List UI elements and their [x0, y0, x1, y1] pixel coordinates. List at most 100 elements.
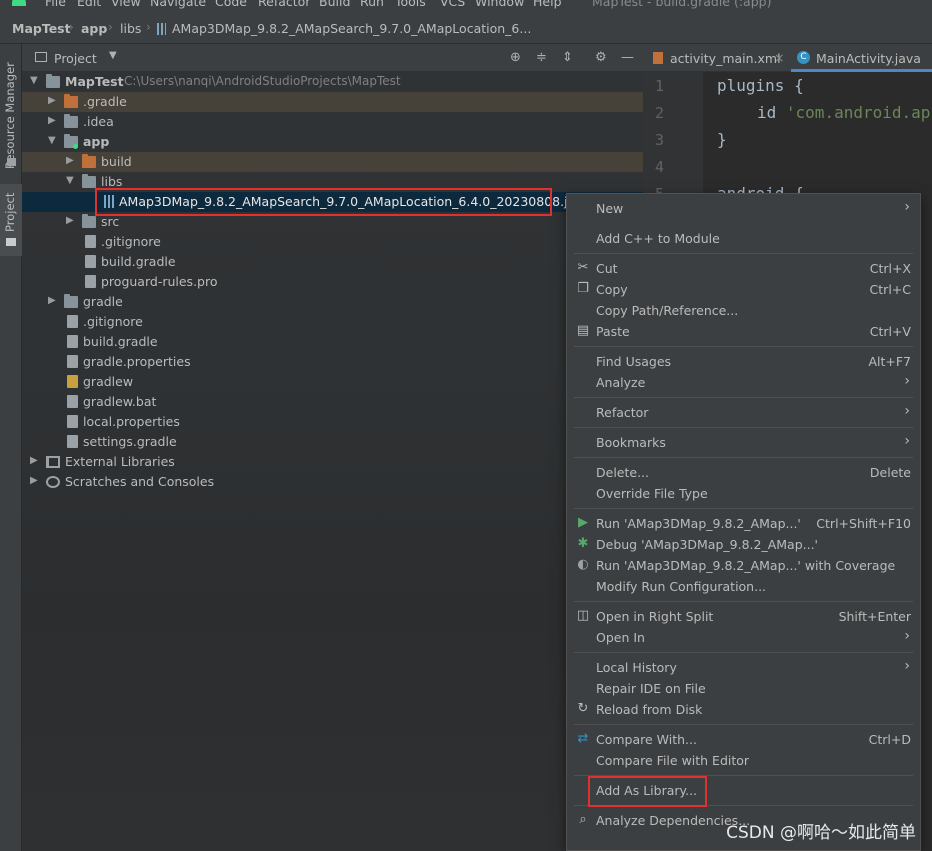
close-icon[interactable]: ×: [774, 50, 784, 65]
menu-vcs[interactable]: VCS: [440, 0, 465, 9]
menu-item-modify-run-config[interactable]: Modify Run Configuration...: [567, 576, 920, 597]
library-icon: [46, 456, 60, 468]
menu-help[interactable]: Help: [533, 0, 562, 9]
tree-item-root-build-gradle[interactable]: build.gradle: [22, 332, 643, 352]
tree-item-label: proguard-rules.pro: [101, 274, 218, 289]
menu-file[interactable]: File: [45, 0, 66, 9]
chevron-right-icon[interactable]: ▶: [30, 475, 38, 486]
menu-item-label: Run 'AMap3DMap_9.8.2_AMap...': [596, 516, 801, 531]
chevron-right-icon[interactable]: ▶: [48, 295, 56, 306]
breadcrumb-file[interactable]: AMap3DMap_9.8.2_AMapSearch_9.7.0_AMapLoc…: [172, 21, 531, 36]
project-view-selector[interactable]: Project: [54, 51, 97, 66]
tree-item-settings-gradle[interactable]: settings.gradle: [22, 432, 643, 452]
menu-run[interactable]: Run: [360, 0, 384, 9]
chevron-down-icon[interactable]: ▼: [48, 135, 56, 146]
menu-item-label: Open In: [596, 630, 645, 645]
tree-item-gradlew[interactable]: gradlew: [22, 372, 643, 392]
menu-item-analyze[interactable]: Analyze ›: [567, 372, 920, 393]
menu-item-debug[interactable]: ✱ Debug 'AMap3DMap_9.8.2_AMap...': [567, 534, 920, 555]
chevron-right-icon[interactable]: ▶: [30, 455, 38, 466]
locate-icon[interactable]: ⊕: [510, 50, 521, 65]
menu-item-label: Copy: [596, 282, 628, 297]
menu-item-paste[interactable]: ▤ Paste Ctrl+V: [567, 321, 920, 342]
chevron-right-icon[interactable]: ▶: [48, 95, 56, 106]
tree-item-label: .gradle: [83, 94, 127, 109]
chevron-right-icon: ›: [904, 628, 910, 644]
project-folder-icon: [6, 238, 16, 246]
tree-item-label: gradlew: [83, 374, 134, 389]
breadcrumb-project[interactable]: MapTest: [12, 21, 71, 36]
menu-item-repair-ide[interactable]: Repair IDE on File: [567, 678, 920, 699]
folder-icon: [82, 174, 96, 188]
tab-activity-main[interactable]: activity_main.xml ×: [643, 44, 788, 72]
menu-item-run-coverage[interactable]: ◐ Run 'AMap3DMap_9.8.2_AMap...' with Cov…: [567, 555, 920, 576]
menu-item-find-usages[interactable]: Find Usages Alt+F7: [567, 351, 920, 372]
menu-item-local-history[interactable]: Local History ›: [567, 657, 920, 678]
chevron-right-icon[interactable]: ▶: [66, 215, 74, 226]
tree-item-app[interactable]: ▼ app: [22, 132, 643, 152]
tree-item-gradle-dir[interactable]: ▶ .gradle: [22, 92, 643, 112]
tab-main-activity[interactable]: C MainActivity.java: [791, 44, 932, 72]
menu-item-shortcut: Ctrl+C: [869, 282, 911, 297]
menu-item-add-cpp[interactable]: Add C++ to Module: [567, 228, 920, 249]
chevron-right-icon[interactable]: ▶: [48, 115, 56, 126]
menu-bar: File Edit View Navigate Code Refactor Bu…: [0, 0, 932, 10]
tree-item-external-libraries[interactable]: ▶ External Libraries: [22, 452, 643, 472]
menu-item-compare-editor[interactable]: Compare File with Editor: [567, 750, 920, 771]
chevron-down-icon[interactable]: ▼: [66, 175, 74, 186]
tree-item-root-gitignore[interactable]: .gitignore: [22, 312, 643, 332]
chevron-right-icon[interactable]: ▶: [66, 155, 74, 166]
chevron-down-icon[interactable]: ▼: [30, 75, 38, 86]
text-file-icon: [67, 395, 78, 408]
menu-item-copy[interactable]: ❐ Copy Ctrl+C: [567, 279, 920, 300]
copy-icon: ❐: [577, 281, 589, 296]
menu-item-label: Repair IDE on File: [596, 681, 706, 696]
menu-item-copy-path[interactable]: Copy Path/Reference...: [567, 300, 920, 321]
gear-icon[interactable]: ⚙: [595, 50, 607, 65]
tree-item-scratches[interactable]: ▶ Scratches and Consoles: [22, 472, 643, 492]
collapse-all-icon[interactable]: ≑: [536, 50, 547, 65]
chevron-down-icon[interactable]: ▼: [109, 50, 117, 61]
tree-item-gradle[interactable]: ▶ gradle: [22, 292, 643, 312]
menu-item-label: Modify Run Configuration...: [596, 579, 767, 594]
menu-edit[interactable]: Edit: [77, 0, 101, 9]
tree-item-gradle-properties[interactable]: gradle.properties: [22, 352, 643, 372]
menu-item-open-in[interactable]: Open In ›: [567, 627, 920, 648]
menu-separator: [574, 724, 913, 725]
menu-refactor[interactable]: Refactor: [258, 0, 310, 9]
menu-item-reload[interactable]: ↻ Reload from Disk: [567, 699, 920, 720]
menu-item-run[interactable]: ▶ Run 'AMap3DMap_9.8.2_AMap...' Ctrl+Shi…: [567, 513, 920, 534]
menu-item-open-right-split[interactable]: ◫ Open in Right Split Shift+Enter: [567, 606, 920, 627]
tree-item-root[interactable]: ▼ MapTest C:\Users\nanqi\AndroidStudioPr…: [22, 72, 643, 92]
resource-manager-tab[interactable]: Resource Manager: [0, 54, 22, 174]
menu-item-refactor[interactable]: Refactor ›: [567, 402, 920, 423]
menu-item-compare-with[interactable]: ⇄ Compare With... Ctrl+D: [567, 729, 920, 750]
tree-item-proguard[interactable]: proguard-rules.pro: [22, 272, 643, 292]
tree-item-label: External Libraries: [65, 454, 175, 469]
project-tab[interactable]: Project: [0, 184, 22, 256]
breadcrumb-module[interactable]: app: [81, 21, 107, 36]
tree-item-app-gitignore[interactable]: .gitignore: [22, 232, 643, 252]
jar-icon: [157, 23, 166, 35]
menu-tools[interactable]: Tools: [395, 0, 426, 9]
tree-item-gradlew-bat[interactable]: gradlew.bat: [22, 392, 643, 412]
breadcrumb-folder[interactable]: libs: [120, 21, 141, 36]
menu-item-bookmarks[interactable]: Bookmarks ›: [567, 432, 920, 453]
xml-file-icon: [653, 52, 663, 64]
tree-item-local-properties[interactable]: local.properties: [22, 412, 643, 432]
menu-build[interactable]: Build: [319, 0, 350, 9]
line-number: 3: [655, 131, 665, 149]
menu-item-new[interactable]: New ›: [567, 198, 920, 219]
menu-view[interactable]: View: [111, 0, 141, 9]
menu-window[interactable]: Window: [475, 0, 524, 9]
menu-item-cut[interactable]: ✂ Cut Ctrl+X: [567, 258, 920, 279]
menu-navigate[interactable]: Navigate: [150, 0, 206, 9]
menu-code[interactable]: Code: [215, 0, 247, 9]
tree-item-app-build-gradle[interactable]: build.gradle: [22, 252, 643, 272]
tree-item-idea[interactable]: ▶ .idea: [22, 112, 643, 132]
menu-item-override-file-type[interactable]: Override File Type: [567, 483, 920, 504]
menu-item-delete[interactable]: Delete... Delete: [567, 462, 920, 483]
expand-all-icon[interactable]: ⇕: [562, 50, 573, 65]
tree-item-build-dir[interactable]: ▶ build: [22, 152, 643, 172]
hide-panel-icon[interactable]: —: [621, 50, 634, 65]
